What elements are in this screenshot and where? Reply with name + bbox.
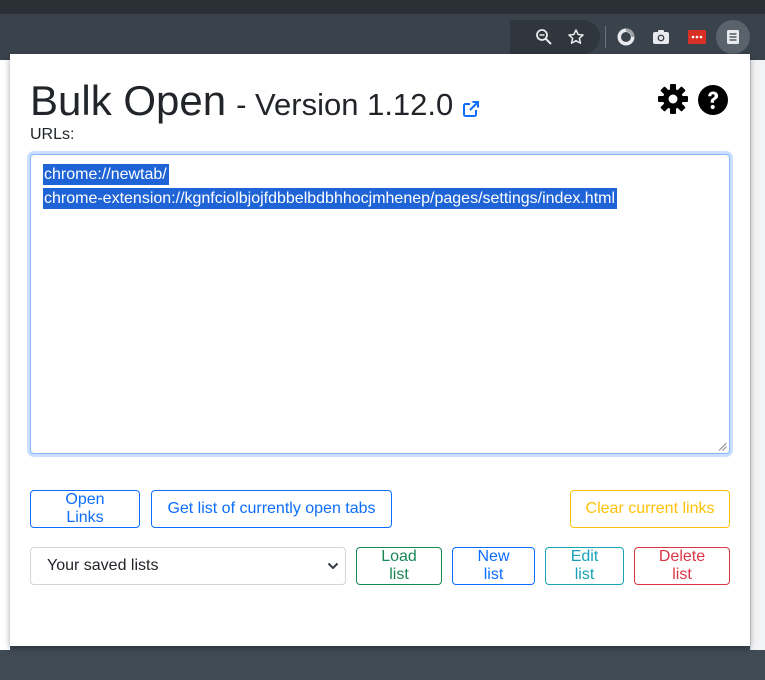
url-line: chrome-extension://kgnfciolbjojfdbbelbdb… bbox=[43, 188, 618, 209]
background-page-left-edge bbox=[0, 60, 10, 650]
urls-label: URLs: bbox=[30, 126, 75, 143]
extension-circle-icon[interactable] bbox=[613, 24, 639, 50]
open-links-button[interactable]: Open Links bbox=[30, 490, 140, 528]
new-list-button[interactable]: New list bbox=[452, 547, 535, 585]
url-line: chrome://newtab/ bbox=[43, 164, 169, 185]
external-link-icon[interactable] bbox=[463, 101, 480, 122]
popup-header: Bulk Open - Version 1.12.0 bbox=[30, 76, 480, 126]
toolbar-separator bbox=[605, 26, 606, 48]
help-question-icon[interactable] bbox=[697, 84, 731, 118]
delete-list-button[interactable]: Delete list bbox=[634, 547, 730, 585]
zoom-icon[interactable] bbox=[531, 24, 557, 50]
camera-icon[interactable] bbox=[648, 24, 674, 50]
edit-list-button[interactable]: Edit list bbox=[545, 547, 624, 585]
browser-tab-strip bbox=[0, 0, 765, 14]
load-list-button[interactable]: Load list bbox=[356, 547, 442, 585]
chevron-down-icon bbox=[327, 562, 339, 570]
version-label: - Version 1.12.0 bbox=[236, 87, 454, 122]
get-open-tabs-button[interactable]: Get list of currently open tabs bbox=[151, 490, 392, 528]
bulk-open-popup: Bulk Open - Version 1.12.0 URLs: chrome:… bbox=[10, 54, 750, 646]
settings-gear-icon[interactable] bbox=[657, 83, 691, 117]
clear-current-links-button[interactable]: Clear current links bbox=[570, 490, 730, 528]
resize-grip-icon[interactable] bbox=[718, 442, 727, 451]
saved-lists-select[interactable]: Your saved lists bbox=[30, 547, 346, 585]
background-scrollbar bbox=[750, 60, 765, 650]
saved-lists-selected-value: Your saved lists bbox=[47, 557, 159, 574]
urls-textarea[interactable]: chrome://newtab/ chrome-extension://kgnf… bbox=[30, 154, 730, 454]
bulk-open-extension-icon[interactable] bbox=[716, 20, 750, 54]
red-extension-icon[interactable] bbox=[684, 24, 710, 50]
page-title: Bulk Open bbox=[30, 77, 227, 124]
bookmark-star-icon[interactable] bbox=[563, 24, 589, 50]
